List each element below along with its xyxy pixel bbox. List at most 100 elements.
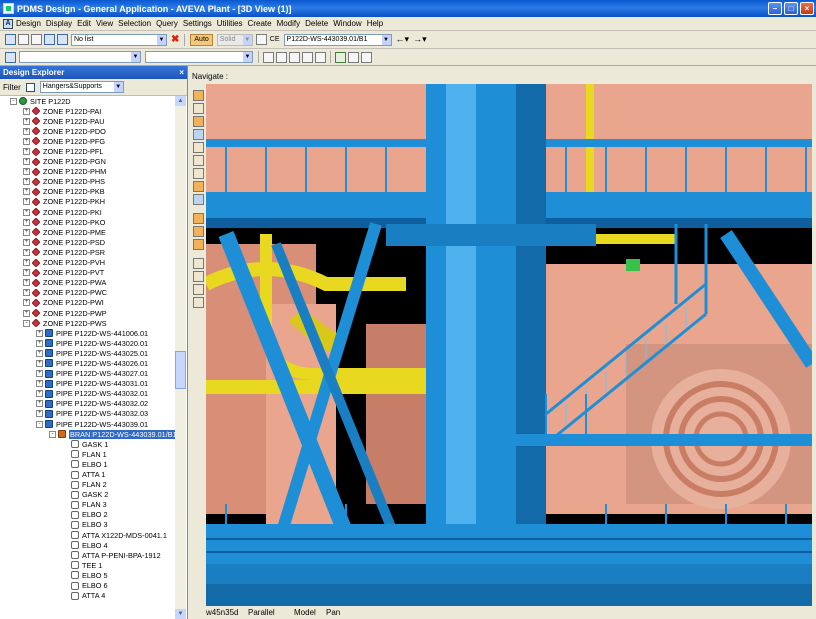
zone-icon[interactable] [193,116,204,127]
tree-node[interactable]: - PIPE P122D-WS-443039.01 [0,419,175,429]
expand-icon[interactable]: + [36,349,43,357]
expand-icon[interactable]: + [23,218,30,226]
tree-node[interactable]: + PIPE P122D-WS-443031.01 [0,379,175,389]
tree-node[interactable]: + ZONE P122D-PVH [0,258,175,268]
tree-node[interactable]: + ZONE P122D-PHS [0,177,175,187]
tree-node[interactable]: ATTA X122D-MDS-0041.1 [0,530,175,540]
menu-settings[interactable]: Settings [183,19,217,28]
menu-view[interactable]: View [96,19,118,28]
forward-arrow-icon[interactable]: →▾ [413,34,427,45]
tree-node[interactable]: ELBO 1 [0,459,175,469]
menu-create[interactable]: Create [248,19,277,28]
auto-button[interactable]: Auto [190,33,213,46]
tree-node[interactable]: + PIPE P122D-WS-443032.01 [0,389,175,399]
tree-node[interactable]: GASK 1 [0,439,175,449]
tree-node[interactable]: + PIPE P122D-WS-443025.01 [0,348,175,358]
expand-icon[interactable]: + [23,309,30,317]
pan-icon[interactable] [193,181,204,192]
menu-design[interactable]: Design [16,19,46,28]
redo-icon[interactable] [361,51,372,63]
menu-selection[interactable]: Selection [118,19,156,28]
tree-node[interactable]: - BRAN P122D-WS-443039.01/B1 [0,429,175,439]
expand-icon[interactable]: + [23,299,30,307]
tree-node[interactable]: + ZONE P122D-PKI [0,207,175,217]
expand-icon[interactable]: + [23,148,30,156]
expand-icon[interactable]: + [36,380,43,388]
section-icon[interactable] [193,226,204,237]
tree-node[interactable]: FLAN 2 [0,480,175,490]
expand-icon[interactable]: + [23,168,30,176]
view-4-icon[interactable] [193,297,204,308]
tree-node[interactable]: + PIPE P122D-WS-443032.02 [0,399,175,409]
menu-edit[interactable]: Edit [77,19,96,28]
navigate-icon[interactable] [5,51,16,63]
tree-node[interactable]: ATTA 4 [0,591,175,601]
tree-node[interactable]: + ZONE P122D-PSD [0,237,175,247]
panel-pin-close-icon[interactable]: × [175,66,184,79]
tree-node[interactable]: + ZONE P122D-PWI [0,298,175,308]
expand-icon[interactable]: + [23,259,30,267]
tree-node[interactable]: - ZONE P122D-PWS [0,318,175,328]
walk-icon[interactable] [193,90,204,101]
zoom-out-icon[interactable] [193,155,204,166]
view-3-icon[interactable] [193,284,204,295]
expand-icon[interactable]: + [36,400,43,408]
expand-icon[interactable]: + [23,117,30,125]
expand-icon[interactable]: + [23,107,30,115]
tree-node[interactable]: + ZONE P122D-PVT [0,268,175,278]
expand-icon[interactable]: + [23,208,30,216]
tree-node[interactable]: + PIPE P122D-WS-443032.03 [0,409,175,419]
tree-node[interactable]: + PIPE P122D-WS-441006.01 [0,328,175,338]
menu-help[interactable]: Help [367,19,388,28]
remove-list-icon[interactable]: ✖ [171,34,179,45]
menu-query[interactable]: Query [156,19,183,28]
chevron-down-icon[interactable]: ▼ [243,52,252,62]
tree-node[interactable]: ELBO 3 [0,520,175,530]
expand-icon[interactable]: + [23,198,30,206]
expand-icon[interactable]: + [23,238,30,246]
expand-icon[interactable]: + [36,390,43,398]
expand-icon[interactable]: + [23,269,30,277]
tree-node[interactable]: + ZONE P122D-PFG [0,136,175,146]
menu-modify[interactable]: Modify [277,19,306,28]
undo-icon[interactable] [348,51,359,63]
back-arrow-icon[interactable]: ←▾ [396,34,410,45]
chevron-down-icon[interactable]: ▼ [113,82,123,92]
move-icon[interactable] [289,51,300,63]
expand-icon[interactable]: + [36,410,43,418]
tree-node[interactable]: FLAN 3 [0,500,175,510]
tree-node[interactable]: - SITE P122D [0,96,175,106]
maximize-button[interactable]: □ [784,2,798,15]
menu-window[interactable]: Window [333,19,366,28]
tree-node[interactable]: + PIPE P122D-WS-443027.01 [0,369,175,379]
look-icon[interactable] [193,129,204,140]
menu-display[interactable]: Display [46,19,77,28]
tree-node[interactable]: ATTA 1 [0,469,175,479]
tree-node[interactable]: + ZONE P122D-PSR [0,247,175,257]
collapse-icon[interactable]: - [10,97,17,105]
expand-icon[interactable]: + [36,329,43,337]
tree-node[interactable]: + ZONE P122D-PWP [0,308,175,318]
expand-icon[interactable]: + [23,137,30,145]
tree-node[interactable]: ELBO 5 [0,570,175,580]
tree-node[interactable]: ELBO 2 [0,510,175,520]
chevron-down-icon[interactable]: ▼ [381,34,391,45]
close-button[interactable]: × [800,2,814,15]
tree-node[interactable]: + ZONE P122D-PFL [0,146,175,157]
design-explorer-icon[interactable] [5,34,16,45]
tree-node[interactable]: + ZONE P122D-PAU [0,116,175,126]
scroll-down-icon[interactable]: ▼ [175,609,186,619]
expand-icon[interactable]: + [23,279,30,287]
db-icon[interactable] [255,34,267,45]
clip-icon[interactable] [193,213,204,224]
scroll-thumb[interactable] [175,351,186,389]
pick-icon[interactable] [276,51,287,63]
expand-icon[interactable]: + [23,248,30,256]
tree-node[interactable]: + ZONE P122D-PGN [0,157,175,167]
list-icon[interactable] [44,34,55,45]
tree-node[interactable]: + ZONE P122D-PAI [0,106,175,116]
zoom-in-icon[interactable] [193,142,204,153]
collapse-icon[interactable]: - [49,430,56,438]
collapse-icon[interactable]: - [23,319,30,327]
expand-icon[interactable]: + [36,370,43,378]
